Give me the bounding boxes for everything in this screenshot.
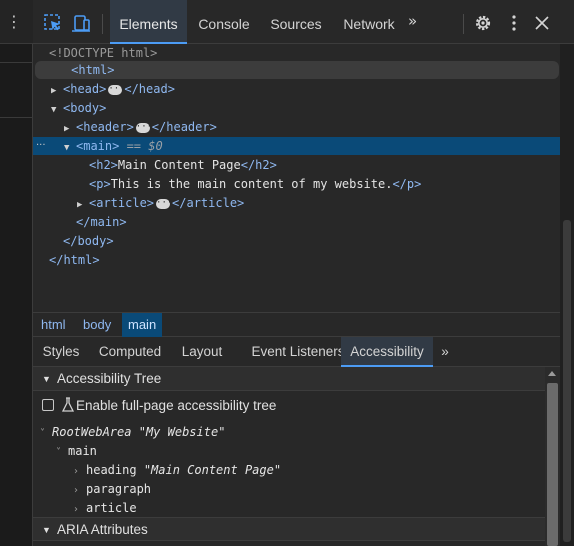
accessibility-pane: ▼ Accessibility Tree Enable full-page ac… xyxy=(33,367,545,546)
tab-accessibility[interactable]: Accessibility xyxy=(341,337,433,367)
full-page-tree-checkbox[interactable] xyxy=(42,399,54,411)
collapse-triangle-icon[interactable]: ▼ xyxy=(51,101,63,119)
devtools-right-scrollbar[interactable] xyxy=(560,44,574,546)
experiment-flask-icon xyxy=(61,397,75,412)
tab-layout[interactable]: Layout xyxy=(178,337,226,367)
html-close-node[interactable]: </html> xyxy=(49,251,100,269)
breadcrumb-body[interactable]: body xyxy=(77,313,117,337)
page-left-strip: ⋮ xyxy=(0,0,33,546)
chevron-down-icon[interactable]: ˅ xyxy=(56,444,68,462)
toolbar-separator xyxy=(463,14,464,34)
full-page-tree-label[interactable]: Enable full-page accessibility tree xyxy=(76,398,276,413)
breadcrumb-html[interactable]: html xyxy=(35,313,72,337)
settings-gear-icon[interactable] xyxy=(473,13,493,33)
inspect-element-icon[interactable] xyxy=(43,13,63,33)
main-close-node[interactable]: </main> xyxy=(76,213,127,231)
tab-sources[interactable]: Sources xyxy=(265,0,327,44)
tab-console[interactable]: Console xyxy=(192,0,256,44)
breadcrumb: html body main xyxy=(33,312,574,337)
collapse-triangle-icon: ▼ xyxy=(42,525,51,535)
aria-attributes-header[interactable]: ▼ ARIA Attributes xyxy=(33,517,545,541)
close-icon[interactable] xyxy=(532,13,552,33)
toolbar-separator xyxy=(102,14,103,34)
expand-triangle-icon[interactable]: ▶ xyxy=(51,82,63,100)
ax-node-heading[interactable]: › heading "Main Content Page" xyxy=(74,461,281,479)
body-close-node[interactable]: </body> xyxy=(63,232,114,250)
breadcrumb-main[interactable]: main xyxy=(122,313,163,337)
body-node[interactable]: ▼ <body> xyxy=(51,99,106,117)
article-node[interactable]: ▶ <article> ···</article> xyxy=(77,194,244,212)
tab-network[interactable]: Network xyxy=(336,0,402,44)
scrollbar-thumb[interactable] xyxy=(547,383,558,546)
pane-scrollbar[interactable] xyxy=(545,367,560,546)
scroll-up-arrow-icon[interactable] xyxy=(548,371,556,376)
expand-triangle-icon[interactable]: ▶ xyxy=(64,120,76,138)
collapse-triangle-icon: ▼ xyxy=(42,374,51,384)
chevron-right-icon[interactable]: › xyxy=(74,482,86,500)
expand-triangle-icon[interactable]: ▶ xyxy=(77,196,89,214)
p-node[interactable]: <p>This is the main content of my websit… xyxy=(89,175,421,193)
ax-node-paragraph[interactable]: › paragraph xyxy=(74,480,151,498)
scrollbar-thumb[interactable] xyxy=(563,220,571,542)
main-node-selected[interactable]: ··· ▼ <main> == $0 xyxy=(33,137,574,155)
more-subtabs-chevron-icon[interactable]: » xyxy=(435,337,455,367)
tab-computed[interactable]: Computed xyxy=(95,337,165,367)
devtools-panel: Elements Console Sources Network » <!DOC… xyxy=(33,0,574,546)
collapse-triangle-icon[interactable]: ▼ xyxy=(64,139,76,157)
h2-node[interactable]: <h2>Main Content Page</h2> xyxy=(89,156,277,174)
ellipsis-icon[interactable]: ··· xyxy=(156,198,172,209)
more-options-icon[interactable] xyxy=(504,13,524,33)
left-strip-panel xyxy=(0,62,33,118)
accessibility-tree-header[interactable]: ▼ Accessibility Tree xyxy=(33,367,545,391)
ax-node-article[interactable]: › article xyxy=(74,499,137,517)
devtools-toolbar: Elements Console Sources Network » xyxy=(33,0,574,44)
vertical-dots-icon[interactable]: ⋮ xyxy=(6,14,22,30)
chevron-right-icon[interactable]: › xyxy=(74,463,86,481)
html-node[interactable]: <html> xyxy=(35,61,559,79)
chevron-down-icon[interactable]: ˅ xyxy=(40,425,52,443)
ax-node-main[interactable]: ˅ main xyxy=(56,442,97,460)
tab-elements[interactable]: Elements xyxy=(110,0,187,44)
ax-node-root[interactable]: ˅ RootWebArea "My Website" xyxy=(40,423,225,441)
tab-styles[interactable]: Styles xyxy=(39,337,83,367)
doctype-node[interactable]: <!DOCTYPE html> xyxy=(49,44,157,62)
dom-tree: <!DOCTYPE html> <html> ▶ <head> ···</head>… xyxy=(33,44,574,310)
ellipsis-icon[interactable]: ··· xyxy=(108,84,125,95)
ellipsis-icon[interactable]: ··· xyxy=(135,122,152,133)
node-actions-dots-icon[interactable]: ··· xyxy=(36,137,46,155)
header-node[interactable]: ▶ <header> ···</header> xyxy=(64,118,217,136)
head-node[interactable]: ▶ <head> ···</head> xyxy=(51,80,175,98)
more-tabs-chevron-icon[interactable]: » xyxy=(408,12,417,30)
device-toolbar-icon[interactable] xyxy=(71,13,91,33)
tab-event-listeners[interactable]: Event Listeners xyxy=(238,337,358,367)
sidebar-tabs: Styles Computed Layout Event Listeners A… xyxy=(33,337,574,367)
